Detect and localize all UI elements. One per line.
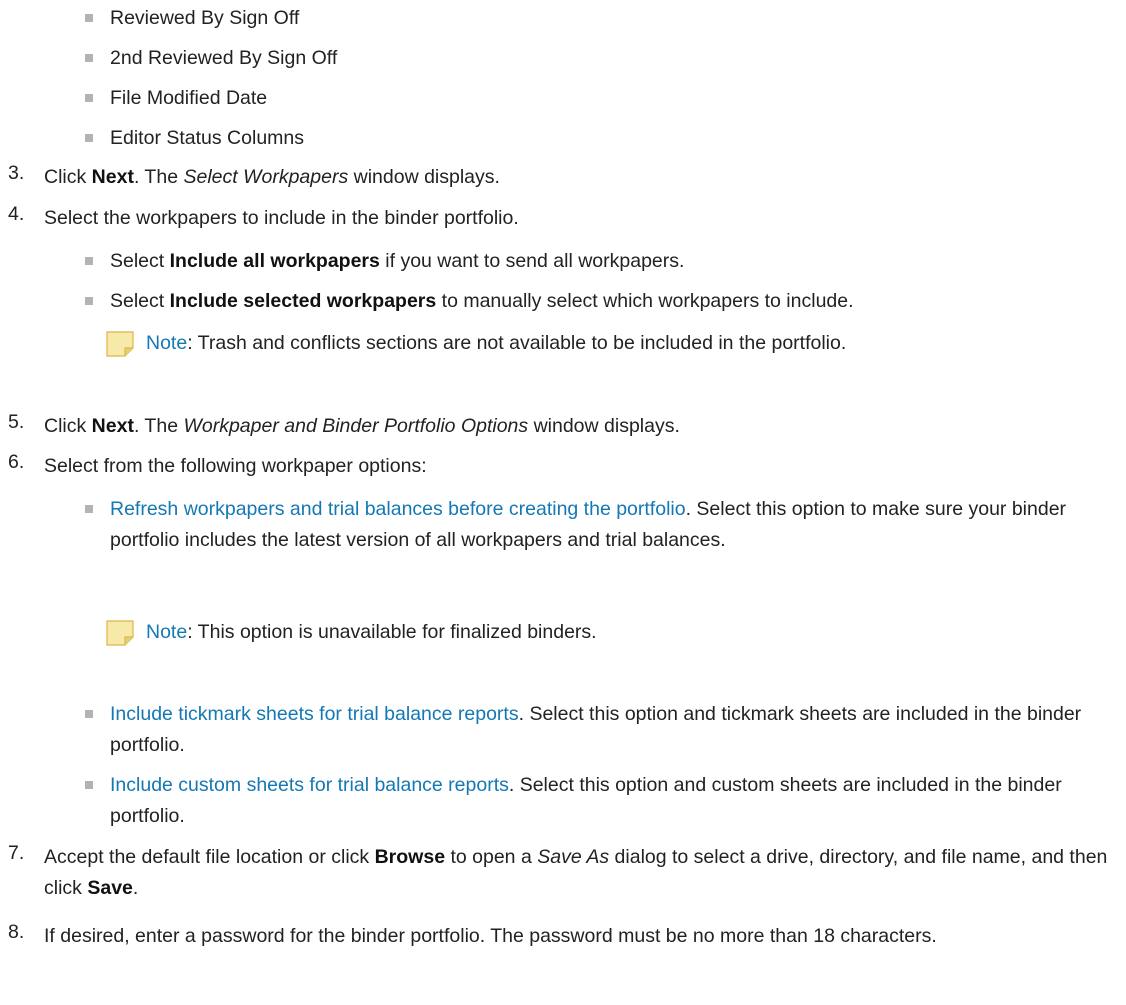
list-item: Select Include selected workpapers to ma…: [82, 286, 1116, 326]
text-run: Accept the default file location or clic…: [44, 846, 375, 868]
step-number: 3.: [8, 162, 25, 184]
note-text: : This option is unavailable for finaliz…: [187, 621, 597, 643]
step-text: If desired, enter a password for the bin…: [44, 925, 937, 947]
square-bullet-icon: [85, 14, 93, 22]
step-text: Select from the following workpaper opti…: [44, 455, 427, 477]
list-item-text: Reviewed By Sign Off: [110, 7, 300, 29]
ui-term-next: Next: [91, 166, 134, 188]
list-item: Include custom sheets for trial balance …: [82, 770, 1116, 841]
text-run: window displays.: [528, 415, 680, 437]
text-run: if you want to send all workpapers.: [379, 250, 685, 272]
text-run: Select: [110, 250, 170, 272]
list-item: Reviewed By Sign Off: [82, 0, 337, 40]
option-link-custom[interactable]: Include custom sheets for trial balance …: [110, 774, 509, 796]
note-label: Note: [146, 332, 188, 354]
note: Note: Trash and conflicts sections are n…: [106, 328, 1126, 359]
step-number: 7.: [8, 842, 25, 864]
text-run: . The: [133, 415, 184, 437]
square-bullet-icon: [85, 297, 93, 305]
list-item: Include tickmark sheets for trial balanc…: [82, 699, 1116, 770]
step-number: 4.: [8, 203, 25, 225]
option-link-refresh[interactable]: Refresh workpapers and trial balances be…: [110, 498, 686, 520]
text-run: to manually select which workpapers to i…: [436, 290, 854, 312]
note-text: : Trash and conflicts sections are not a…: [187, 332, 847, 354]
step-number: 5.: [8, 411, 25, 433]
step-number: 8.: [8, 921, 25, 943]
sign-off-options-list: Reviewed By Sign Off 2nd Reviewed By Sig…: [82, 0, 337, 160]
square-bullet-icon: [85, 505, 93, 513]
square-bullet-icon: [85, 710, 93, 718]
option-name: Include all workpapers: [169, 250, 380, 272]
square-bullet-icon: [85, 781, 93, 789]
square-bullet-icon: [85, 257, 93, 265]
text-run: Click: [44, 415, 92, 437]
text-run: to open a: [445, 846, 538, 868]
list-item: 2nd Reviewed By Sign Off: [82, 40, 337, 80]
list-item: Select Include all workpapers if you wan…: [82, 246, 1116, 286]
option-link-tickmark[interactable]: Include tickmark sheets for trial balanc…: [110, 703, 519, 725]
step-text: Click Next. The Select Workpapers window…: [44, 162, 1108, 193]
note-label: Note: [146, 621, 188, 643]
step-number: 6.: [8, 451, 25, 473]
note: Note: This option is unavailable for fin…: [106, 617, 1126, 648]
sticky-note-icon: [106, 331, 134, 357]
list-item-text: Editor Status Columns: [110, 127, 305, 149]
step-text: Select the workpapers to include in the …: [44, 207, 519, 229]
list-item: File Modified Date: [82, 80, 337, 120]
sticky-note-icon: [106, 620, 134, 646]
text-run: .: [132, 877, 139, 899]
ui-term-browse: Browse: [374, 846, 446, 868]
list-item-text: File Modified Date: [110, 87, 268, 109]
ui-term-save: Save: [87, 877, 133, 899]
text-run: window displays.: [348, 166, 500, 188]
text-run: Click: [44, 166, 92, 188]
list-item-text: 2nd Reviewed By Sign Off: [110, 47, 338, 69]
text-run: . The: [133, 166, 184, 188]
workpaper-selection-list: Select Include all workpapers if you wan…: [82, 246, 1116, 326]
window-name: Workpaper and Binder Portfolio Options: [183, 415, 529, 437]
workpaper-options-list-continued: Include tickmark sheets for trial balanc…: [82, 699, 1116, 841]
square-bullet-icon: [85, 94, 93, 102]
list-item: Editor Status Columns: [82, 120, 337, 160]
step-text: Click Next. The Workpaper and Binder Por…: [44, 411, 1108, 442]
square-bullet-icon: [85, 54, 93, 62]
square-bullet-icon: [85, 134, 93, 142]
dialog-name: Save As: [537, 846, 610, 868]
ui-term-next: Next: [91, 415, 134, 437]
text-run: Select: [110, 290, 170, 312]
step-text: Accept the default file location or clic…: [44, 842, 1108, 904]
option-name: Include selected workpapers: [169, 290, 437, 312]
window-name: Select Workpapers: [183, 166, 349, 188]
